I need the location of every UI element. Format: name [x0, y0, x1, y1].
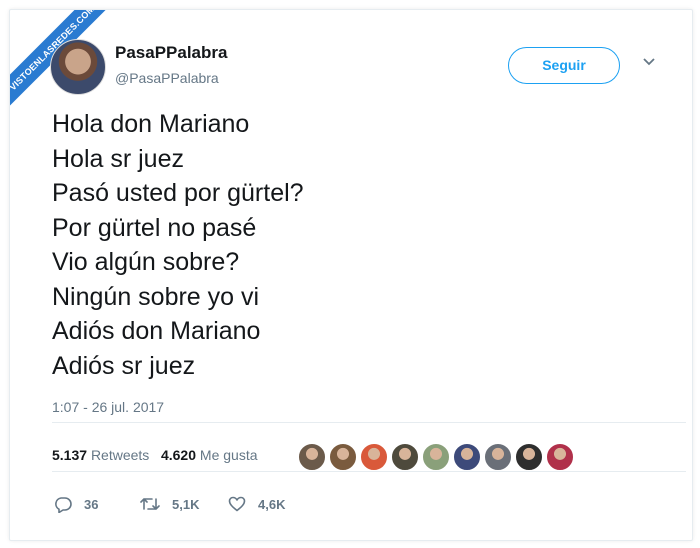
like-count: 4,6K	[258, 496, 286, 512]
avatar[interactable]	[50, 39, 106, 95]
liker-avatar[interactable]	[453, 443, 481, 471]
tweet-line: Hola don Mariano	[52, 110, 250, 138]
liker-avatar[interactable]	[484, 443, 512, 471]
reply-count: 36	[84, 497, 99, 512]
tweet-line: Por gürtel no pasé	[52, 213, 257, 242]
tweet-line: Vio algún sobre?	[52, 248, 240, 276]
likes-count: 4.620	[160, 447, 197, 463]
tweet-text: Hola don Mariano Hola sr juez Pasó usted…	[52, 107, 304, 383]
like-button[interactable]: 4,6K	[228, 496, 285, 512]
retweets-count: 5.137	[52, 447, 88, 463]
tweet-card: VISTOENLASREDES.COM PasaPPalabra @PasaPP…	[9, 9, 693, 541]
author-name[interactable]: PasaPPalabra	[115, 43, 227, 63]
author-handle[interactable]: @PasaPPalabra	[115, 70, 219, 86]
liker-avatar[interactable]	[329, 443, 357, 471]
liker-avatar[interactable]	[298, 443, 326, 471]
reply-icon	[55, 497, 72, 513]
liker-avatar[interactable]	[422, 443, 450, 471]
tweet-line: Adiós sr juez	[52, 351, 196, 380]
likes-label: Me gusta	[199, 447, 258, 463]
tweet-line: Ningún sobre yo vi	[52, 282, 260, 311]
liker-avatar[interactable]	[391, 443, 419, 471]
retweet-icon	[140, 498, 160, 510]
follow-button[interactable]: Seguir	[508, 47, 620, 84]
heart-icon	[228, 496, 246, 512]
retweet-button[interactable]: 5,1K	[140, 496, 199, 512]
tweet-line: Hola sr juez	[52, 144, 184, 173]
chevron-down-icon[interactable]	[641, 56, 657, 68]
tweet-line: Pasó usted por gürtel?	[52, 179, 304, 207]
divider	[52, 471, 686, 472]
retweet-count: 5,1K	[172, 496, 200, 512]
tweet-stats: 5.137 Retweets 4.620 Me gusta	[52, 447, 258, 463]
liker-avatar[interactable]	[360, 443, 388, 471]
reply-button[interactable]: 36	[54, 496, 98, 513]
divider	[52, 422, 686, 423]
retweets-label: Retweets	[90, 447, 150, 463]
tweet-line: Adiós don Mariano	[52, 317, 261, 345]
likes-stat[interactable]: 4.620 Me gusta	[161, 447, 258, 463]
liker-avatar[interactable]	[515, 443, 543, 471]
retweets-stat[interactable]: 5.137 Retweets	[52, 447, 149, 463]
tweet-timestamp[interactable]: 1:07 - 26 jul. 2017	[52, 399, 164, 415]
liker-avatar[interactable]	[546, 443, 574, 471]
